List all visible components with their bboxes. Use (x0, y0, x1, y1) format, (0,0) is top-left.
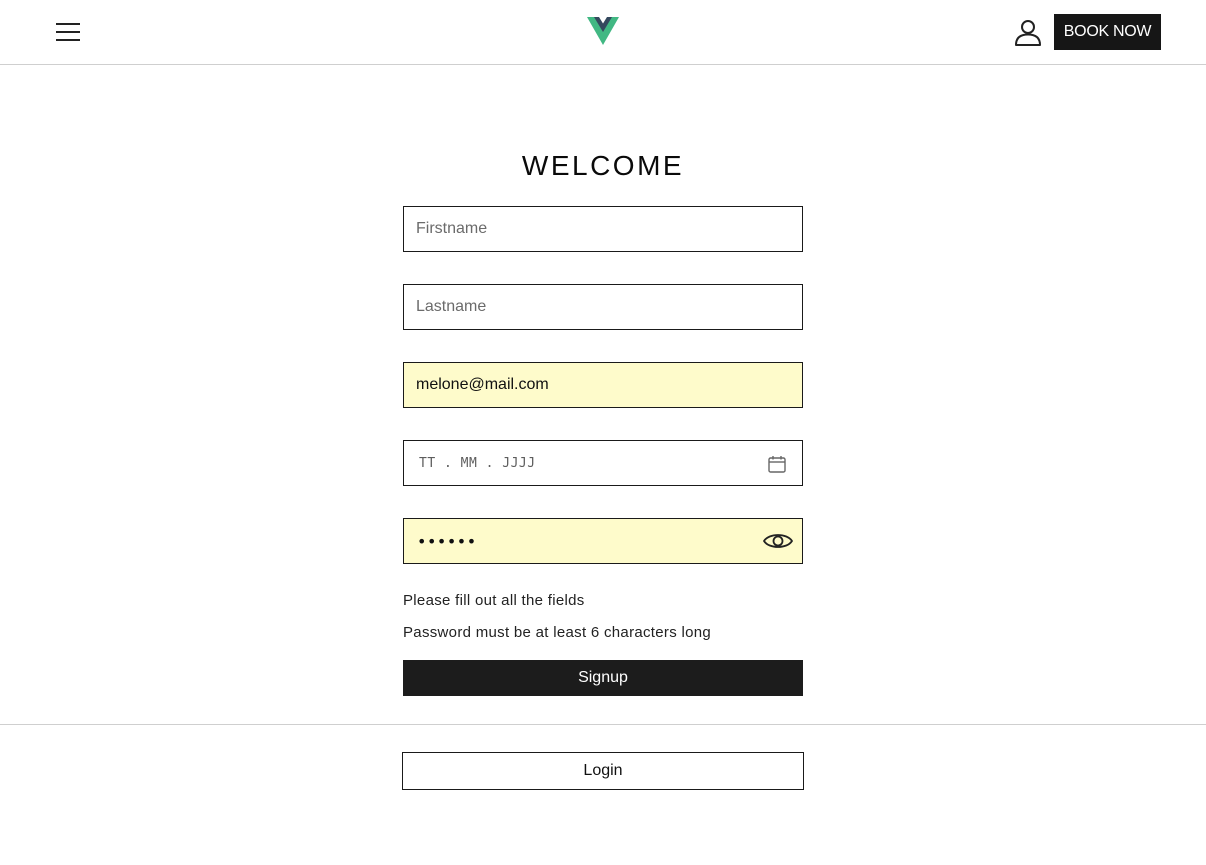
lastname-input[interactable] (404, 285, 802, 329)
password-error-message: Password must be at least 6 characters l… (403, 624, 712, 641)
email-input[interactable] (404, 363, 802, 407)
eye-icon[interactable] (762, 529, 794, 553)
login-button[interactable]: Login (402, 752, 804, 790)
date-placeholder: TT . MM . JJJJ (419, 456, 536, 471)
email-field[interactable] (403, 362, 803, 408)
book-now-button[interactable]: BOOK NOW (1054, 14, 1161, 50)
section-divider (0, 724, 1206, 725)
lastname-field[interactable] (403, 284, 803, 330)
hamburger-menu-icon[interactable] (52, 18, 84, 46)
password-field[interactable]: •••••• (403, 518, 803, 564)
user-icon[interactable] (1012, 17, 1044, 49)
vue-logo-icon[interactable] (586, 16, 620, 46)
menu-line (56, 23, 80, 25)
page-title: WELCOME (521, 150, 685, 181)
password-input[interactable]: •••••• (417, 532, 477, 551)
menu-line (56, 39, 80, 41)
top-header: BOOK NOW (0, 0, 1206, 65)
menu-line (56, 31, 80, 33)
calendar-icon[interactable] (767, 455, 787, 473)
signup-button[interactable]: Signup (403, 660, 803, 696)
fields-error-message: Please fill out all the fields (403, 592, 585, 609)
birthdate-field[interactable]: TT . MM . JJJJ (403, 440, 803, 486)
firstname-field[interactable] (403, 206, 803, 252)
firstname-input[interactable] (404, 207, 802, 251)
